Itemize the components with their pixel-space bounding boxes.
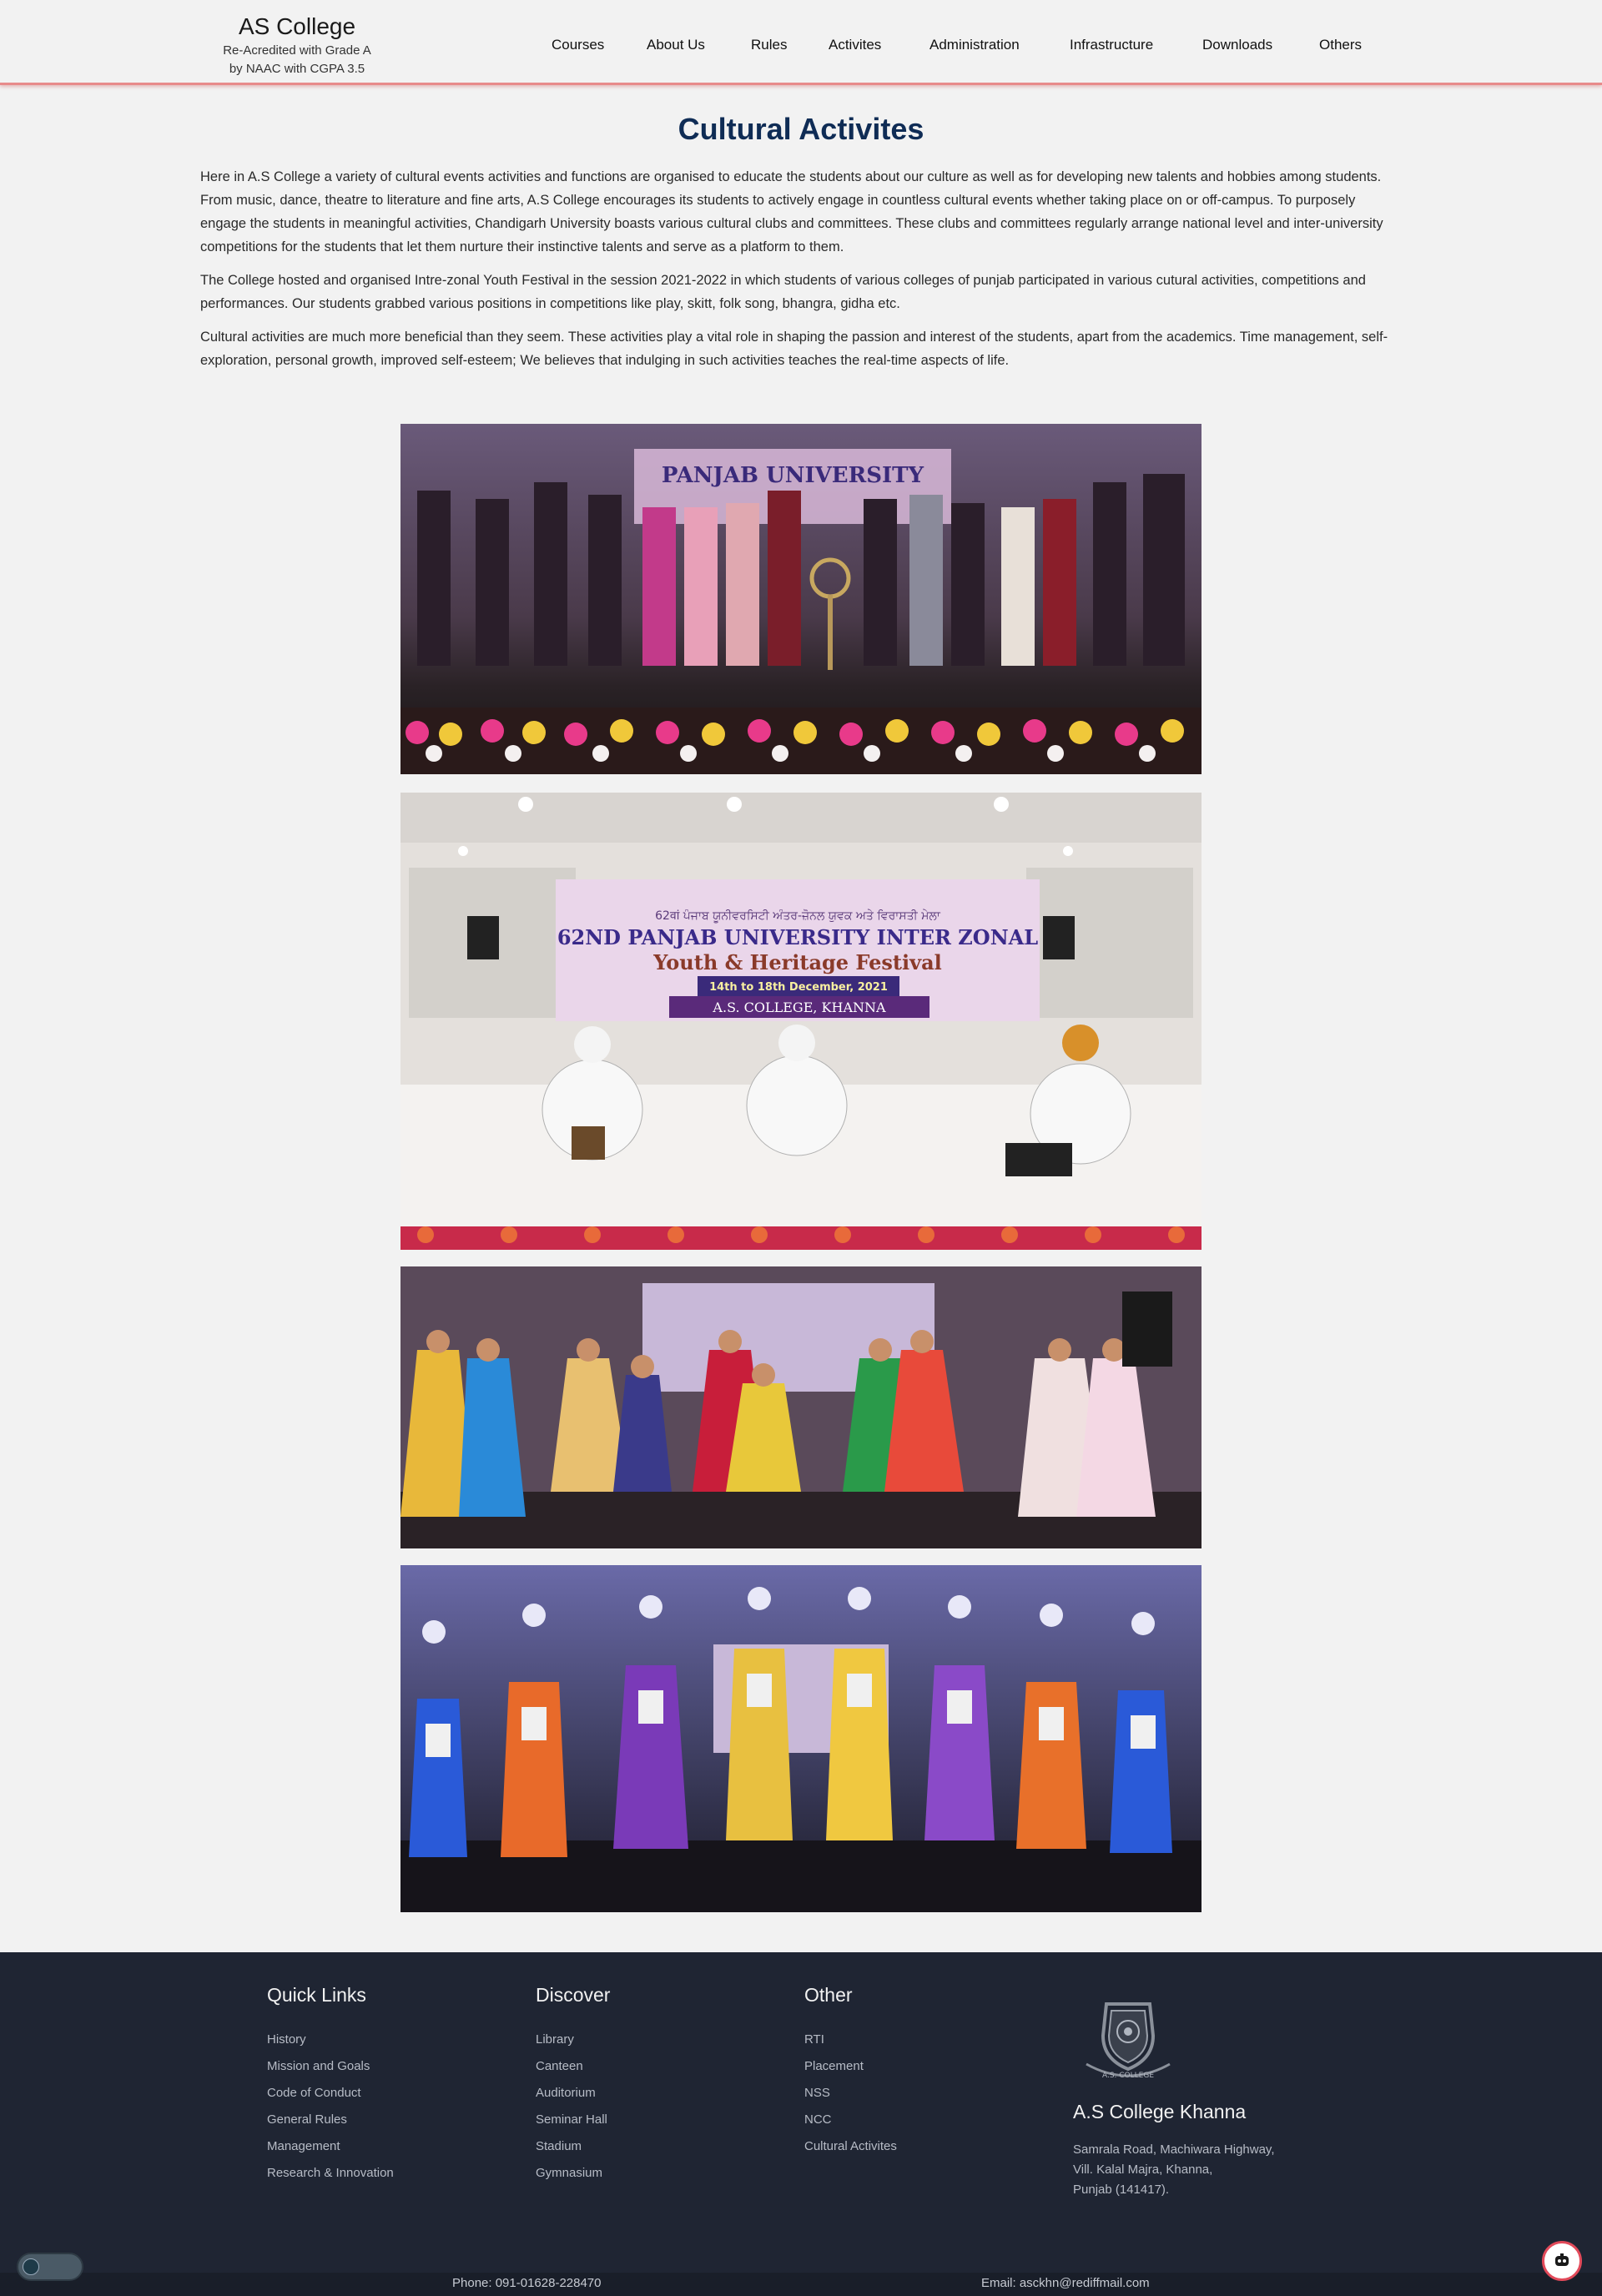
brand-subtitle-line-2: by NAAC with CGPA 3.5: [229, 62, 365, 76]
footer-link-management[interactable]: Management: [267, 2133, 394, 2160]
footer-bottom-bar: [0, 2273, 1602, 2296]
footer-phone[interactable]: Phone: 091-01628-228470: [452, 2276, 602, 2290]
photo-lamp-lighting: PANJAB UNIVERSITY: [400, 424, 1202, 774]
paragraph-activities: From music, dance, theatre to literature…: [200, 193, 1383, 254]
site-footer: Quick Links History Mission and Goals Co…: [0, 1952, 1602, 2296]
footer-link-research-innovation[interactable]: Research & Innovation: [267, 2160, 394, 2187]
svg-text:A.S. COLLEGE: A.S. COLLEGE: [1102, 2072, 1154, 2080]
nav-rules[interactable]: Rules: [751, 37, 787, 53]
nav-courses[interactable]: Courses: [552, 37, 604, 53]
footer-link-placement[interactable]: Placement: [804, 2053, 897, 2080]
paragraph-intro: Here in A.S College a variety of cultura…: [200, 169, 1382, 184]
nav-activites[interactable]: Activites: [829, 37, 881, 53]
content-body: Here in A.S College a variety of cultura…: [200, 165, 1402, 372]
paragraph-youth-festival: The College hosted and organised Intre-z…: [200, 273, 1366, 311]
banner-line-4: 14th to 18th December, 2021: [709, 981, 888, 994]
nav-infrastructure[interactable]: Infrastructure: [1070, 37, 1153, 53]
banner-line-3: Youth & Heritage Festival: [652, 950, 942, 974]
photo-giddha-dance: [400, 1266, 1202, 1548]
footer-quick-links: Quick Links History Mission and Goals Co…: [267, 1984, 394, 2187]
footer-link-auditorium[interactable]: Auditorium: [536, 2080, 610, 2107]
toggle-knob: [23, 2258, 39, 2275]
main-nav: Courses About Us Rules Activites Adminis…: [0, 37, 1602, 62]
footer-link-history[interactable]: History: [267, 2027, 394, 2053]
footer-link-gymnasium[interactable]: Gymnasium: [536, 2160, 610, 2187]
footer-address-line-3: Punjab (141417).: [1073, 2183, 1170, 2197]
footer-address-line-1: Samrala Road, Machiwara Highway,: [1073, 2142, 1275, 2157]
chatbot-icon: [1555, 2253, 1569, 2266]
banner-line-2: 62ND PANJAB UNIVERSITY INTER ZONAL: [557, 925, 1038, 949]
footer-link-nss[interactable]: NSS: [804, 2080, 897, 2107]
photo-music-performance: 62वां ਪੰਜਾਬ ਯੂਨੀਵਰਸਿਟੀ ਅੰਤਰ-ਜ਼ੋਨਲ ਯੁਵਕ ਅ…: [400, 793, 1202, 1250]
footer-heading-discover: Discover: [536, 1984, 611, 2006]
footer-link-code-of-conduct[interactable]: Code of Conduct: [267, 2080, 394, 2107]
footer-heading-other: Other: [804, 1984, 853, 2006]
page-title: Cultural Activites: [678, 112, 924, 146]
nav-downloads[interactable]: Downloads: [1202, 37, 1272, 53]
footer-link-cultural-activites[interactable]: Cultural Activites: [804, 2133, 897, 2160]
footer-link-ncc[interactable]: NCC: [804, 2107, 897, 2133]
footer-email[interactable]: Email: asckhn@rediffmail.com: [981, 2276, 1150, 2290]
footer-discover: Discover Library Canteen Auditorium Semi…: [536, 1984, 610, 2187]
nav-administration[interactable]: Administration: [929, 37, 1020, 53]
footer-address-line-2: Vill. Kalal Majra, Khanna,: [1073, 2163, 1213, 2177]
nav-others[interactable]: Others: [1319, 37, 1362, 53]
chat-button[interactable]: [1542, 2241, 1582, 2281]
footer-other: Other RTI Placement NSS NCC Cultural Act…: [804, 1984, 897, 2160]
footer-link-seminar-hall[interactable]: Seminar Hall: [536, 2107, 610, 2133]
paragraph-benefits: Cultural activities are much more benefi…: [200, 330, 1388, 368]
footer-link-canteen[interactable]: Canteen: [536, 2053, 610, 2080]
banner-line-1: 62वां ਪੰਜਾਬ ਯੂਨੀਵਰਸਿਟੀ ਅੰਤਰ-ਜ਼ੋਨਲ ਯੁਵਕ ਅ…: [655, 909, 941, 923]
footer-heading-quick-links: Quick Links: [267, 1984, 366, 2006]
footer-link-stadium[interactable]: Stadium: [536, 2133, 610, 2160]
svg-text:PANJAB UNIVERSITY: PANJAB UNIVERSITY: [662, 463, 924, 488]
college-crest-logo: A.S. COLLEGE: [1086, 2002, 1171, 2080]
footer-link-rti[interactable]: RTI: [804, 2027, 897, 2053]
photo-bhangra-dance: [400, 1565, 1202, 1912]
theme-toggle[interactable]: [17, 2253, 83, 2281]
footer-link-library[interactable]: Library: [536, 2027, 610, 2053]
site-header: AS College Re-Acredited with Grade A by …: [0, 0, 1602, 85]
footer-link-mission-goals[interactable]: Mission and Goals: [267, 2053, 394, 2080]
footer-college-name: A.S College Khanna: [1073, 2101, 1247, 2122]
nav-about-us[interactable]: About Us: [647, 37, 705, 53]
banner-line-5: A.S. COLLEGE, KHANNA: [712, 999, 886, 1015]
footer-link-general-rules[interactable]: General Rules: [267, 2107, 394, 2133]
